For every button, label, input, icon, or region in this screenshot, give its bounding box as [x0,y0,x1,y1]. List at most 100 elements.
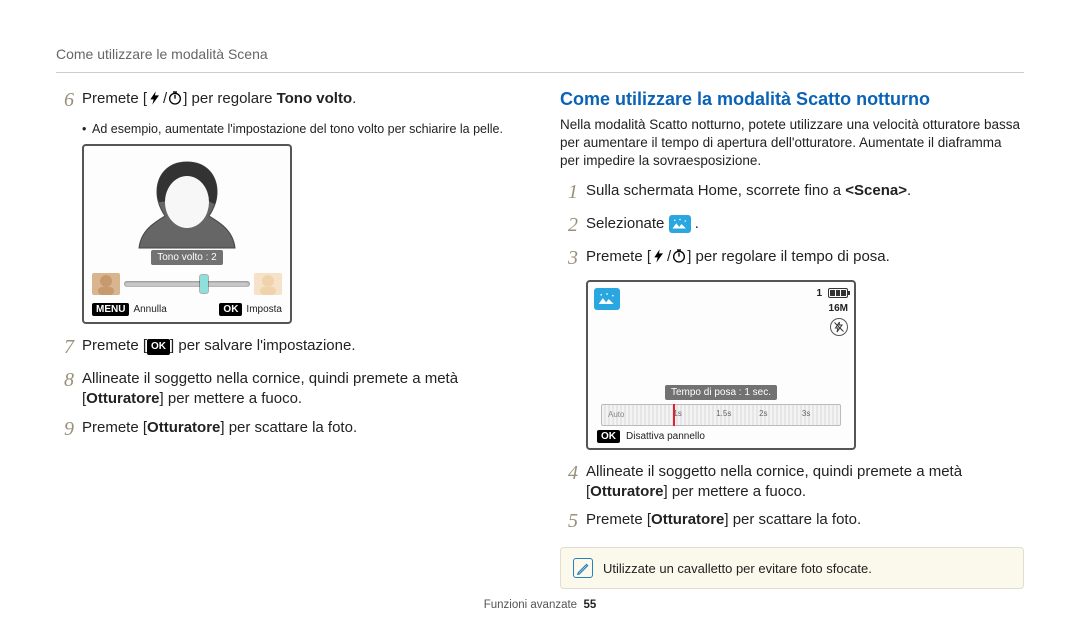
step-number: 6 [56,87,74,114]
step-number: 1 [560,179,578,206]
text-bold: Otturatore [651,511,724,528]
note-icon [573,558,593,578]
hide-panel-label: Disattiva pannello [626,431,705,442]
manual-page: Come utilizzare le modalità Scena 6 Prem… [0,0,1080,630]
page-number: 55 [583,599,596,611]
step-9: 9 Premete [Otturatore] per scattare la f… [56,418,520,443]
ok-button-icon[interactable]: OK [597,430,620,443]
page-footer: Funzioni avanzate 55 [56,599,1024,611]
text: Premete [ [82,90,147,107]
step-number: 4 [560,460,578,487]
before-thumb [92,273,120,295]
confirm-group: OK Imposta [219,303,282,316]
step-text: Premete [/] per regolare il tempo di pos… [586,247,1024,267]
step-text: Premete [Otturatore] per scattare la fot… [82,418,520,438]
text: ] per salvare l'impostazione. [170,337,355,354]
text-bold: Otturatore [147,419,220,436]
tone-slider[interactable] [124,281,250,287]
step-1: 1 Sulla schermata Home, scorrete fino a … [560,181,1024,206]
step-number: 2 [560,212,578,239]
footer-label: Funzioni avanzate [484,599,577,611]
status-indicators: 1 16M [816,288,848,336]
face-tone-preview: Tono volto : 2 MENU Annulla [82,144,292,324]
two-column-layout: 6 Premete [/] per regolare Tono volto. A… [56,89,1024,589]
right-column: Come utilizzare la modalità Scatto nottu… [560,89,1024,589]
step-number: 7 [56,334,74,361]
shots-remaining: 1 [816,288,822,299]
header-divider [56,72,1024,73]
text: ] per mettere a fuoco. [664,483,807,500]
ruler-auto: Auto [608,410,624,419]
resolution-indicator: 16M [829,303,848,314]
text: Allineate il soggetto nella cornice, qui… [586,463,962,480]
cancel-label: Annulla [133,304,166,315]
step-text: Premete [OK] per salvare l'impostazione. [82,336,520,356]
text: . [352,90,356,107]
text: Premete [ [586,248,651,265]
after-thumb [254,273,282,295]
slider-handle[interactable] [200,275,208,293]
step-number: 3 [560,245,578,272]
text: ] per regolare il tempo di posa. [687,248,890,265]
flash-icon [651,248,667,264]
section-title: Come utilizzare la modalità Scatto nottu… [560,89,1024,110]
tone-value-label: Tono volto : 2 [151,250,222,265]
step-text: Selezionate . [586,214,1024,234]
cancel-group: MENU Annulla [92,303,167,316]
preview-bottom-bar: MENU Annulla OK Imposta [90,303,284,316]
text: ] per mettere a fuoco. [160,390,303,407]
ok-button-icon[interactable]: OK [219,303,242,316]
step-3: 3 Premete [/] per regolare il tempo di p… [560,247,1024,272]
text: . [907,182,911,199]
preview-area [593,287,849,385]
step-text: Sulla schermata Home, scorrete fino a <S… [586,181,1024,201]
step-text: Allineate il soggetto nella cornice, qui… [586,462,1024,503]
tip-text: Utilizzate un cavalletto per evitare fot… [603,561,872,576]
timer-icon [671,248,687,264]
step-4: 4 Allineate il soggetto nella cornice, q… [560,462,1024,503]
text: ] per scattare la foto. [724,511,861,528]
ruler-pointer[interactable] [673,404,675,426]
text: ] per scattare la foto. [220,419,357,436]
section-intro: Nella modalità Scatto notturno, potete u… [560,116,1024,171]
text: Selezionate [586,215,669,232]
text-bold: Otturatore [86,390,159,407]
tip-callout: Utilizzate un cavalletto per evitare fot… [560,547,1024,589]
text-bold: Tono volto [277,90,353,107]
exposure-ruler[interactable]: Auto 1s 1.5s 2s 3s [601,404,841,426]
preview-bottom-bar: OK Disattiva pannello [593,428,849,443]
menu-button-icon[interactable]: MENU [92,303,129,316]
text: ] per regolare [183,90,276,107]
step-7: 7 Premete [OK] per salvare l'impostazion… [56,336,520,361]
step-text: Premete [Otturatore] per scattare la fot… [586,510,1024,530]
step-number: 8 [56,367,74,394]
set-label: Imposta [246,304,282,315]
text: Sulla schermata Home, scorrete fino a [586,182,845,199]
text: Allineate il soggetto nella cornice, qui… [82,370,458,387]
text: Premete [ [82,419,147,436]
night-scene-icon [669,215,691,233]
text: Premete [ [82,337,147,354]
flash-off-icon [830,318,848,336]
step-8: 8 Allineate il soggetto nella cornice, q… [56,369,520,410]
exposure-time-label: Tempo di posa : 1 sec. [665,385,777,400]
ruler-tick: 1.5s [716,409,731,418]
tone-slider-row [92,273,282,295]
timer-icon [167,90,183,106]
left-column: 6 Premete [/] per regolare Tono volto. A… [56,89,520,589]
page-section-header: Come utilizzare le modalità Scena [56,46,1024,62]
step-number: 9 [56,416,74,443]
ruler-tick: 2s [759,409,767,418]
step-6-sub-bullet: Ad esempio, aumentate l'impostazione del… [82,122,520,136]
battery-icon [828,288,848,298]
exposure-time-preview: 1 16M Tempo di posa : 1 sec. Auto 1s 1.5… [586,280,856,450]
step-5: 5 Premete [Otturatore] per scattare la f… [560,510,1024,535]
face-silhouette [90,152,284,254]
flash-icon [147,90,163,106]
step-text: Premete [/] per regolare Tono volto. [82,89,520,109]
text: Premete [ [586,511,651,528]
ruler-tick: 3s [802,409,810,418]
step-6: 6 Premete [/] per regolare Tono volto. [56,89,520,114]
night-mode-badge [594,288,620,310]
step-2: 2 Selezionate . [560,214,1024,239]
